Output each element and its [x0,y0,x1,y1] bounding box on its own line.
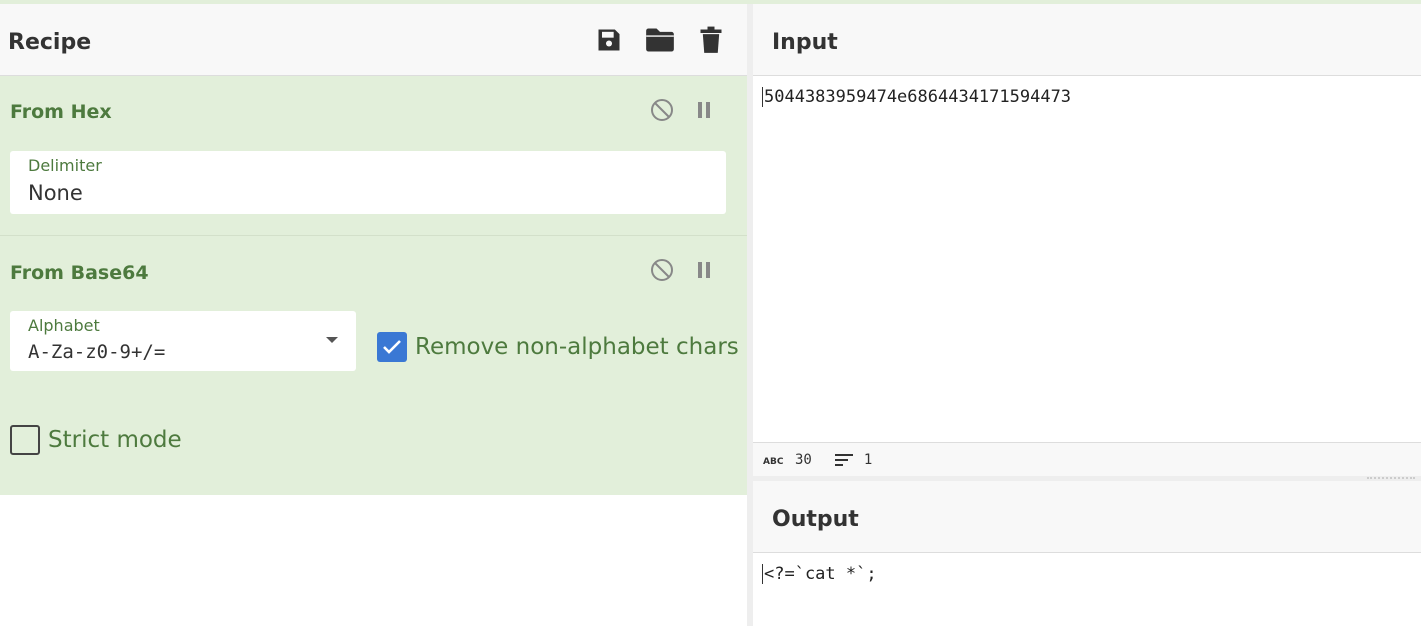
pause-icon[interactable] [690,256,718,284]
character-count: 30 [795,451,812,468]
alphabet-value: A-Za-z0-9+/= [28,341,166,363]
input-pane: Input 5044383959474e6864434171594473 ABC… [753,4,1421,476]
input-header: Input [753,4,1421,76]
svg-text:ABC: ABC [763,457,784,465]
strict-mode-label[interactable]: Strict mode [48,427,182,453]
delimiter-label: Delimiter [28,156,102,175]
remove-non-alphabet-checkbox[interactable] [377,332,407,362]
resize-grip-icon[interactable] [1367,477,1415,479]
alphabet-select[interactable]: Alphabet A-Za-z0-9+/= [10,311,356,371]
checkmark-icon [383,340,401,354]
recipe-pane: Recipe From Hex Delimiter None From Base… [0,4,747,626]
delimiter-field[interactable]: Delimiter None [10,151,726,214]
operation-title: From Base64 [10,262,149,284]
alphabet-label: Alphabet [28,316,100,335]
folder-icon[interactable] [644,24,676,56]
pause-icon[interactable] [690,96,718,124]
delimiter-value: None [28,181,83,205]
line-count: 1 [863,451,873,468]
output-header: Output [753,481,1421,553]
remove-non-alphabet-label[interactable]: Remove non-alphabet chars [415,334,739,360]
operation-title: From Hex [10,101,112,123]
character-count-icon: ABC [763,455,785,465]
input-textarea[interactable]: 5044383959474e6864434171594473 [762,87,1071,107]
operation-from-hex: From Hex Delimiter None [0,76,747,236]
line-count-icon [834,452,854,468]
output-textarea[interactable]: <?=`cat *`; [762,564,877,584]
save-icon[interactable] [593,24,625,56]
output-title: Output [772,507,859,532]
output-pane: Output <?=`cat *`; [753,481,1421,626]
chevron-down-icon[interactable] [326,337,338,343]
trash-icon[interactable] [695,24,727,56]
input-status-bar: ABC 30 1 [753,442,1421,476]
recipe-title: Recipe [8,30,92,55]
disable-icon[interactable] [648,96,676,124]
strict-mode-checkbox[interactable] [10,425,40,455]
operation-from-base64: From Base64 Alphabet A-Za-z0-9+/= Remove… [0,236,747,495]
input-title: Input [772,30,838,55]
recipe-header: Recipe [0,4,747,76]
disable-icon[interactable] [648,256,676,284]
